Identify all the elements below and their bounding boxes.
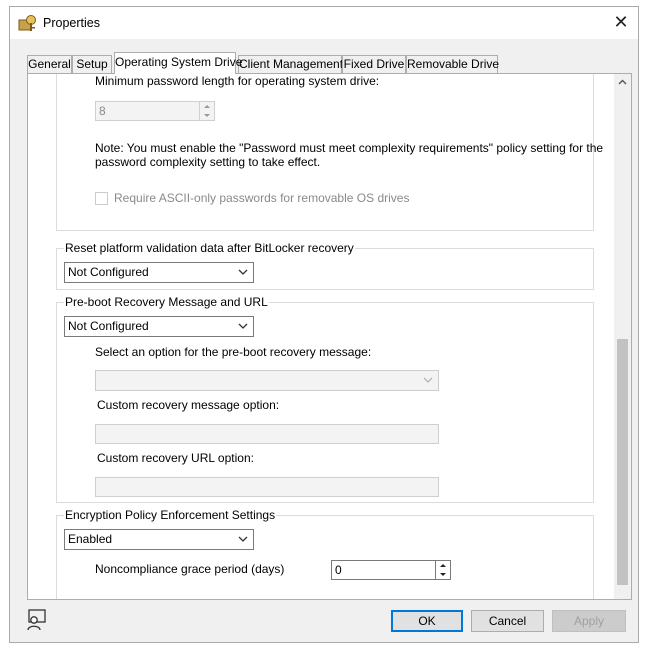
properties-app-icon (18, 15, 36, 31)
stepper-buttons (435, 561, 450, 579)
encryption-select[interactable]: Enabled (64, 529, 254, 550)
encryption-legend: Encryption Policy Enforcement Settings (64, 508, 277, 522)
custom-message-field[interactable] (95, 424, 439, 444)
spin-down-icon[interactable] (200, 111, 214, 120)
chevron-down-icon (238, 269, 248, 275)
ascii-only-checkbox[interactable] (95, 192, 108, 205)
spin-down-icon[interactable] (436, 570, 450, 579)
help-feedback-icon[interactable] (24, 608, 48, 632)
vertical-scrollbar[interactable] (614, 74, 631, 599)
close-icon: ✕ (613, 12, 629, 32)
chevron-down-icon (238, 323, 248, 329)
chevron-down-icon (423, 377, 433, 383)
preboot-select[interactable]: Not Configured (64, 316, 254, 337)
min-password-length-stepper[interactable]: 8 (95, 101, 215, 121)
custom-url-field[interactable] (95, 477, 439, 497)
ok-button[interactable]: OK (391, 610, 463, 632)
grace-period-value: 0 (335, 563, 342, 577)
scroll-viewport: Minimum password length for operating sy… (28, 74, 614, 599)
properties-dialog: Properties ✕ General Setup Operating Sys… (9, 6, 639, 643)
tab-fixed-drive[interactable]: Fixed Drive (342, 55, 406, 73)
spin-up-icon[interactable] (436, 561, 450, 570)
tab-panel: Minimum password length for operating sy… (27, 73, 632, 600)
reset-platform-value: Not Configured (68, 265, 149, 279)
custom-url-label: Custom recovery URL option: (97, 451, 254, 465)
reset-platform-select[interactable]: Not Configured (64, 262, 254, 283)
min-password-length-value: 8 (99, 104, 106, 118)
ascii-only-label: Require ASCII-only passwords for removab… (114, 191, 410, 205)
grace-period-label: Noncompliance grace period (days) (95, 562, 285, 576)
scroll-up-icon[interactable] (614, 74, 631, 91)
reset-platform-legend: Reset platform validation data after Bit… (64, 241, 355, 255)
encryption-section (56, 515, 594, 599)
tab-general[interactable]: General (27, 55, 72, 73)
preboot-value: Not Configured (68, 319, 149, 333)
grace-period-stepper[interactable]: 0 (331, 560, 451, 580)
scrollbar-thumb[interactable] (617, 339, 628, 585)
cancel-button[interactable]: Cancel (471, 610, 544, 632)
close-button[interactable]: ✕ (604, 7, 638, 37)
title-bar: Properties ✕ (10, 7, 638, 39)
preboot-message-select-label: Select an option for the pre-boot recove… (95, 345, 372, 359)
tab-removable-drive[interactable]: Removable Drive (406, 55, 499, 73)
window-title: Properties (43, 16, 100, 30)
encryption-value: Enabled (68, 532, 113, 546)
preboot-legend: Pre-boot Recovery Message and URL (64, 295, 269, 309)
password-complexity-note: Note: You must enable the "Password must… (95, 141, 604, 169)
tab-client-management[interactable]: Client Management (238, 55, 343, 73)
tab-operating-system-drive[interactable]: Operating System Drive (114, 52, 242, 74)
stepper-buttons (199, 102, 214, 120)
apply-button[interactable]: Apply (552, 610, 626, 632)
chevron-down-icon (238, 536, 248, 542)
spin-up-icon[interactable] (200, 102, 214, 111)
custom-message-label: Custom recovery message option: (97, 398, 280, 412)
tab-setup[interactable]: Setup (72, 55, 112, 73)
min-password-length-label: Minimum password length for operating sy… (95, 74, 380, 88)
preboot-message-select[interactable] (95, 370, 439, 391)
